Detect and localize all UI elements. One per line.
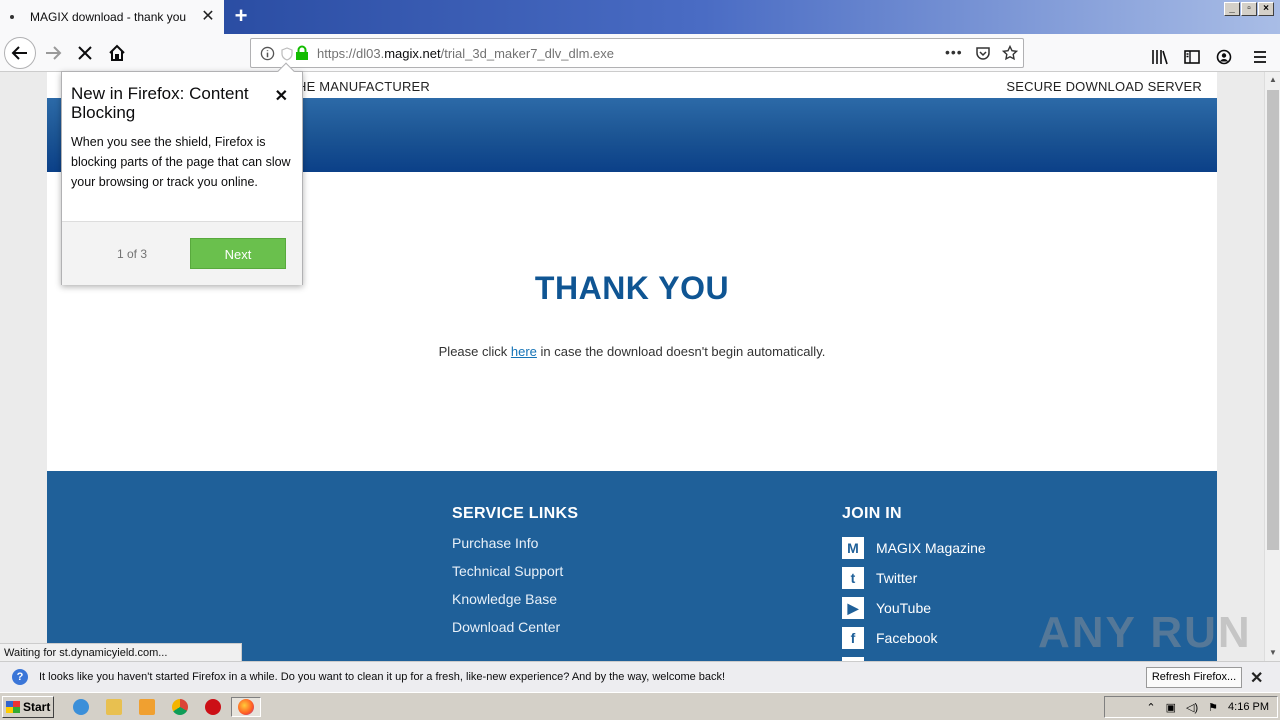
ie-launch[interactable] [66,697,96,717]
volume-icon[interactable]: ◁) [1186,701,1198,714]
back-button[interactable] [4,37,36,69]
facebook-icon: f [842,627,864,649]
footer-link-knowledge-base[interactable]: Knowledge Base [452,589,578,617]
sidebar-icon [1184,50,1200,64]
maximize-button[interactable]: ▫ [1241,2,1257,16]
stop-icon [78,46,92,60]
firefox-task[interactable] [231,697,261,717]
opera-launch[interactable] [198,697,228,717]
lock-icon[interactable] [295,45,309,61]
here-link[interactable]: here [511,344,537,359]
anyrun-watermark: ANY RUN [1038,608,1252,657]
popup-next-button[interactable]: Next [190,238,286,269]
shield-icon[interactable] [281,47,293,61]
social-facebook[interactable]: f Facebook [842,623,986,653]
popup-body: When you see the shield, Firefox is bloc… [71,135,291,189]
refresh-firefox-button[interactable]: Refresh Firefox... [1146,667,1242,688]
info-icon[interactable] [260,46,275,61]
minimize-button[interactable]: _ [1224,2,1240,16]
content-blocking-popup: New in Firefox: Content Blocking ✕ When … [61,62,303,285]
join-in-column: JOIN IN M MAGIX Magazine t Twitter ▶ YouTub… [842,505,986,661]
service-links-column: SERVICE LINKS Purchase Info Technical Su… [452,505,578,645]
service-links-title: SERVICE LINKS [452,505,579,522]
flag-icon[interactable]: ⚑ [1208,701,1218,714]
popup-close-icon[interactable]: ✕ [275,86,288,106]
hamburger-icon [1254,51,1266,63]
account-icon [1216,49,1232,65]
loading-dot-icon [10,15,14,19]
stop-button[interactable] [70,38,100,68]
secure-server-label: SECURE DOWNLOAD SERVER [1006,79,1202,94]
tab-active[interactable]: MAGIX download - thank you ✕ [0,0,224,34]
opera-icon [205,699,221,715]
status-text: Waiting for st.dynamicyield.com... [0,643,242,662]
chrome-launch[interactable] [165,697,195,717]
notification-text: It looks like you haven't started Firefo… [39,671,726,683]
scroll-down-icon[interactable]: ▼ [1265,645,1280,661]
pocket-icon[interactable] [975,46,991,61]
twitter-icon: t [842,567,864,589]
media-player-icon [139,699,155,715]
question-icon: ? [12,669,28,685]
explorer-launch[interactable] [99,697,129,717]
system-tray: ⌃ ▣ ◁) ⚑ 4:16 PM [1104,696,1278,718]
menu-button[interactable] [1240,42,1280,72]
tab-title: MAGIX download - thank you [30,10,187,24]
notification-close-icon[interactable]: ✕ [1250,668,1263,688]
nav-toolbar: https://dl03.magix.net/trial_3d_maker7_d… [0,34,1280,72]
close-window-button[interactable]: × [1258,2,1274,16]
back-arrow-icon [11,46,27,60]
quick-launch [66,697,261,717]
social-more-partial [842,653,986,661]
window-controls: _ ▫ × [1224,2,1274,16]
tray-expand-icon[interactable]: ⌃ [1146,701,1155,714]
tab-close-icon[interactable]: ✕ [200,9,216,25]
forward-button[interactable] [38,38,68,68]
manufacturer-label: HE MANUFACTURER [297,79,431,94]
social-twitter[interactable]: t Twitter [842,563,986,593]
notification-bar: ? It looks like you haven't started Fire… [0,661,1280,692]
media-launch[interactable] [132,697,162,717]
ie-icon [73,699,89,715]
page-actions-icon[interactable]: ••• [945,44,963,60]
forward-arrow-icon [46,46,62,60]
toolbar-right [1144,38,1280,68]
windows-flag-icon [6,701,20,713]
chrome-icon [172,699,188,715]
library-icon [1152,50,1168,65]
popup-footer: 1 of 3 Next [62,221,302,285]
clock[interactable]: 4:16 PM [1228,701,1269,713]
magix-m-icon: M [842,537,864,559]
footer-link-download-center[interactable]: Download Center [452,617,578,645]
url-text: https://dl03.magix.net/trial_3d_maker7_d… [317,46,615,61]
firefox-icon [238,699,254,715]
vertical-scrollbar[interactable]: ▲ ▼ [1264,72,1280,661]
scroll-up-icon[interactable]: ▲ [1265,72,1280,88]
home-button[interactable] [102,38,132,68]
social-youtube[interactable]: ▶ YouTube [842,593,986,623]
download-instruction: Please click here in case the download d… [438,344,826,359]
library-button[interactable] [1144,42,1176,72]
bookmark-star-icon[interactable] [1002,45,1018,61]
tab-strip: MAGIX download - thank you ✕ + _ ▫ × [0,0,1280,34]
youtube-icon: ▶ [842,597,864,619]
join-in-title: JOIN IN [842,505,902,522]
sidebar-button[interactable] [1176,42,1208,72]
home-icon [109,44,125,61]
taskbar: Start ⌃ ▣ ◁) ⚑ 4:16 PM [0,692,1280,720]
footer-link-purchase-info[interactable]: Purchase Info [452,533,578,561]
folder-icon [106,699,122,715]
network-icon[interactable]: ▣ [1166,701,1176,714]
scroll-thumb[interactable] [1267,90,1279,550]
social-magazine[interactable]: M MAGIX Magazine [842,533,986,563]
url-bar[interactable]: https://dl03.magix.net/trial_3d_maker7_d… [250,38,1024,68]
popup-step-count: 1 of 3 [117,247,148,261]
footer-link-technical-support[interactable]: Technical Support [452,561,578,589]
popup-title: New in Firefox: Content Blocking [71,84,249,122]
start-button[interactable]: Start [2,696,54,718]
account-button[interactable] [1208,42,1240,72]
new-tab-button[interactable]: + [230,4,252,28]
